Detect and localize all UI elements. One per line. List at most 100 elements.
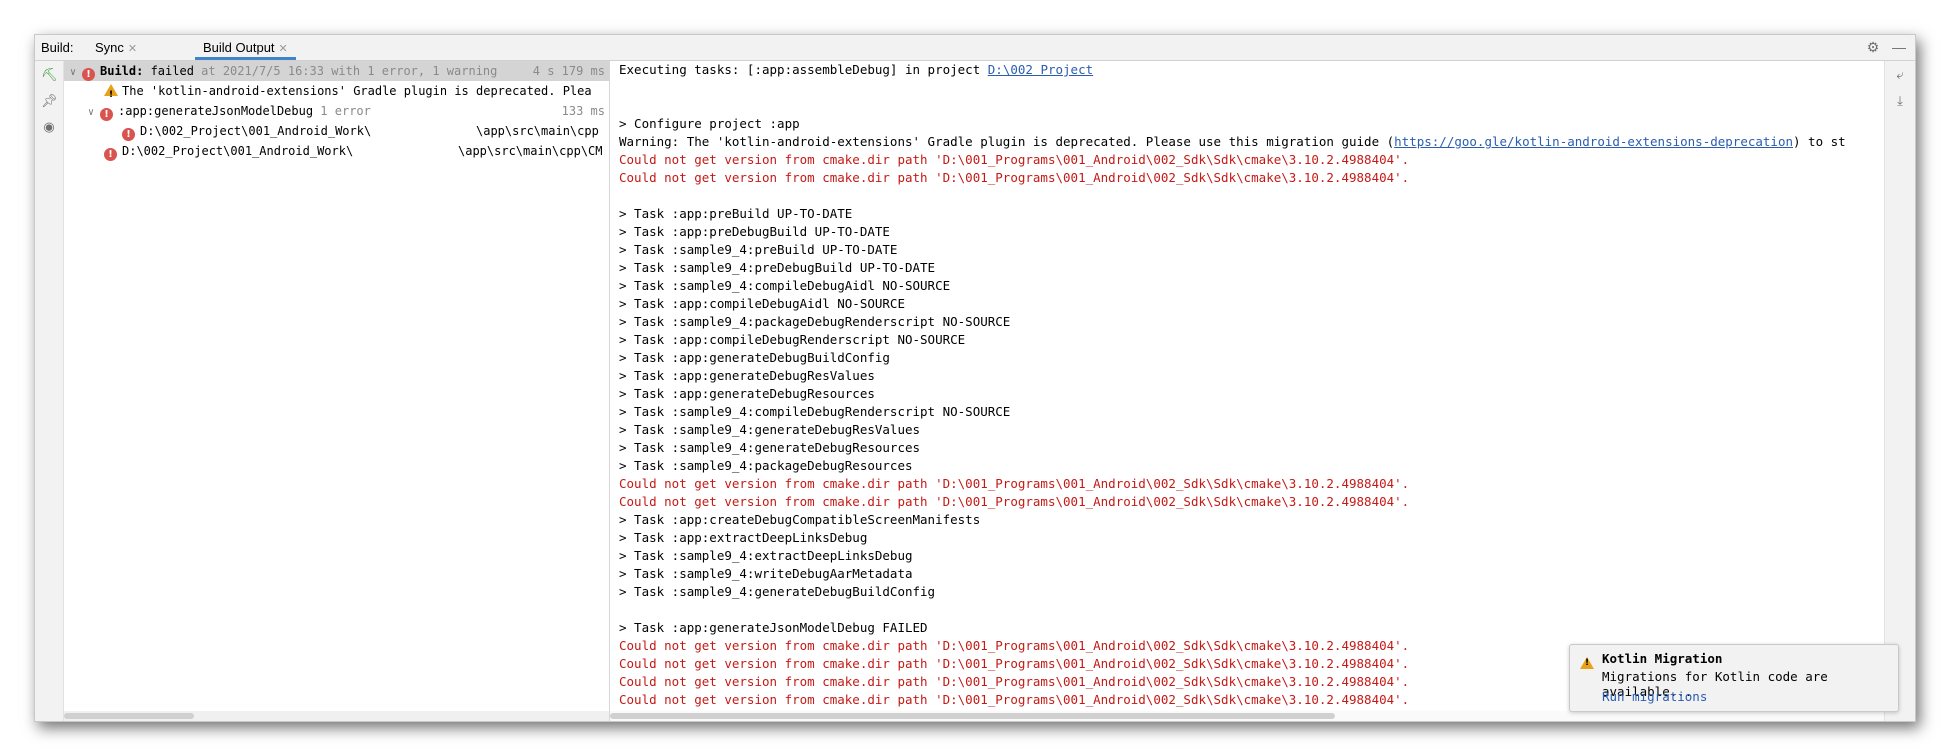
console-line: > Task :sample9_4:generateDebugResValues <box>619 421 1846 439</box>
console-line-text: > Task :app:extractDeepLinksDebug <box>619 530 868 545</box>
error-icon: ! <box>122 128 135 141</box>
console-line: > Task :sample9_4:generateDebugResources <box>619 439 1846 457</box>
console-line-text: > Task :sample9_4:compileDebugRenderscri… <box>619 404 1011 419</box>
console-line: > Task :sample9_4:writeDebugAarMetadata <box>619 565 1846 583</box>
console-line: > Task :app:createDebugCompatibleScreenM… <box>619 511 1846 529</box>
tab-build-output[interactable]: Build Output ✕ <box>195 35 296 60</box>
console-error-line: Could not get version from cmake.dir pat… <box>619 493 1846 511</box>
tab-sync[interactable]: Sync ✕ <box>87 35 145 60</box>
console-line-text: > Task :app:preBuild UP-TO-DATE <box>619 206 853 221</box>
task-name: :app:generateJsonModelDebug <box>118 104 314 118</box>
error-path-tail: \app\src\main\cpp <box>476 124 599 138</box>
tree-row-error-file[interactable]: ! D:\002_Project\001_Android_Work\ \app\s… <box>104 141 609 161</box>
tree-row-task[interactable]: ∨! :app:generateJsonModelDebug 1 error 13… <box>88 101 609 121</box>
settings-gear-icon[interactable]: ⚙ <box>1865 39 1881 55</box>
console-line: > Task :app:generateDebugResValues <box>619 367 1846 385</box>
console-line: > Task :app:extractDeepLinksDebug <box>619 529 1846 547</box>
console-line: > Task :app:generateDebugBuildConfig <box>619 349 1846 367</box>
console-line: > Task :sample9_4:compileDebugRenderscri… <box>619 403 1846 421</box>
console-line: > Configure project :app <box>619 115 1846 133</box>
build-status-label: Build: <box>100 64 144 78</box>
console-error-line: Could not get version from cmake.dir pat… <box>619 475 1846 493</box>
pin-icon[interactable]: 📌︎ <box>41 93 58 109</box>
console-horizontal-scrollbar[interactable] <box>610 711 1906 721</box>
console-line: > Task :sample9_4:preDebugBuild UP-TO-DA… <box>619 259 1846 277</box>
close-icon[interactable]: ✕ <box>128 43 137 55</box>
console-line: Warning: The 'kotlin-android-extensions'… <box>619 133 1846 151</box>
console-line: > Task :sample9_4:generateDebugBuildConf… <box>619 583 1846 601</box>
console-line-text: Could not get version from cmake.dir pat… <box>619 638 1410 653</box>
chevron-down-icon[interactable]: ∨ <box>88 103 100 123</box>
console-line: > Task :sample9_4:compileDebugAidl NO-SO… <box>619 277 1846 295</box>
console-line-text: > Task :app:createDebugCompatibleScreenM… <box>619 512 981 527</box>
console-line-text: ) to st <box>1793 134 1846 149</box>
console-line-text: > Task :app:compileDebugAidl NO-SOURCE <box>619 296 905 311</box>
console-line-text: > Task :app:generateJsonModelDebug FAILE… <box>619 620 928 635</box>
console-line: > Task :app:compileDebugRenderscript NO-… <box>619 331 1846 349</box>
console-line-text: Warning: The 'kotlin-android-extensions'… <box>619 134 1395 149</box>
console-line-text: > Task :app:generateDebugResources <box>619 386 875 401</box>
soft-wrap-icon[interactable]: ⤶ <box>1892 67 1908 83</box>
warning-icon <box>1580 657 1594 669</box>
error-icon: ! <box>100 108 113 121</box>
build-tree: ∨! Build: failed at 2021/7/5 16:33 with 1… <box>64 61 610 721</box>
task-error-count: 1 error <box>313 104 371 118</box>
console-line-text: Could not get version from cmake.dir pat… <box>619 476 1410 491</box>
console-line-text: > Task :sample9_4:preDebugBuild UP-TO-DA… <box>619 260 936 275</box>
console-line-text: > Task :app:compileDebugRenderscript NO-… <box>619 332 966 347</box>
chevron-down-icon[interactable]: ∨ <box>70 63 82 83</box>
console-line: > Task :app:generateDebugResources <box>619 385 1846 403</box>
minimize-icon[interactable]: — <box>1891 39 1907 55</box>
console-line-text: Executing tasks: [:app:assembleDebug] in… <box>619 62 988 77</box>
warning-text: The 'kotlin-android-extensions' Gradle p… <box>122 84 592 98</box>
console-line-text: Could not get version from cmake.dir pat… <box>619 494 1410 509</box>
build-meta: at 2021/7/5 16:33 with 1 error, 1 warnin… <box>193 64 498 78</box>
eye-icon[interactable]: ◉ <box>41 119 57 135</box>
console-line-text: Could not get version from cmake.dir pat… <box>619 674 1410 689</box>
console-line-text: > Configure project :app <box>619 116 800 131</box>
console-line-text: > Task :app:generateDebugResValues <box>619 368 875 383</box>
build-tool-window: Build: Sync ✕ Build Output ✕ ⚙ — ⛏ 📌︎ ◉ ∨!… <box>34 34 1916 722</box>
build-tab-bar: Build: Sync ✕ Build Output ✕ ⚙ — <box>35 35 1915 61</box>
close-icon[interactable]: ✕ <box>279 43 288 55</box>
error-path: D:\002_Project\001_Android_Work\ <box>140 124 372 138</box>
console-line-text: > Task :sample9_4:generateDebugBuildConf… <box>619 584 936 599</box>
build-duration: 4 s 179 ms <box>532 64 605 78</box>
console-line: Executing tasks: [:app:assembleDebug] in… <box>619 61 1846 79</box>
console-line: > Task :app:compileDebugAidl NO-SOURCE <box>619 295 1846 313</box>
console-line-text: > Task :sample9_4:extractDeepLinksDebug <box>619 548 913 563</box>
console-line-text: > Task :sample9_4:compileDebugAidl NO-SO… <box>619 278 951 293</box>
tree-row-build-result[interactable]: ∨! Build: failed at 2021/7/5 16:33 with 1… <box>64 61 609 81</box>
error-icon: ! <box>104 148 117 161</box>
scroll-to-end-icon[interactable]: ⤓ <box>1892 93 1908 109</box>
console-lines: Executing tasks: [:app:assembleDebug] in… <box>619 61 1846 709</box>
tree-row-error-file[interactable]: ! D:\002_Project\001_Android_Work\ \app\s… <box>122 121 609 141</box>
tree-horizontal-scrollbar[interactable] <box>64 711 609 721</box>
console-line: > Task :sample9_4:packageDebugRenderscri… <box>619 313 1846 331</box>
console-line-text: Could not get version from cmake.dir pat… <box>619 152 1410 167</box>
task-duration: 133 ms <box>561 104 605 118</box>
scrollbar-thumb[interactable] <box>64 713 194 719</box>
tree-row-warning[interactable]: The 'kotlin-android-extensions' Gradle p… <box>104 81 592 105</box>
console-link[interactable]: D:\002 Project <box>988 62 1093 77</box>
console-line-text: Could not get version from cmake.dir pat… <box>619 170 1410 185</box>
build-label: Build: <box>41 40 74 55</box>
scrollbar-thumb[interactable] <box>610 713 1335 719</box>
console-line: > Task :sample9_4:extractDeepLinksDebug <box>619 547 1846 565</box>
console-link[interactable]: https://goo.gle/kotlin-android-extension… <box>1394 134 1793 149</box>
console-line-text: > Task :sample9_4:packageDebugResources <box>619 458 913 473</box>
console-line-text: Could not get version from cmake.dir pat… <box>619 656 1410 671</box>
console-line-text: > Task :app:preDebugBuild UP-TO-DATE <box>619 224 890 239</box>
run-migrations-link[interactable]: Run migrations <box>1602 689 1707 704</box>
build-console-output[interactable]: Executing tasks: [:app:assembleDebug] in… <box>610 61 1915 721</box>
console-line-text: > Task :sample9_4:writeDebugAarMetadata <box>619 566 913 581</box>
error-path-tail: \app\src\main\cpp\CM <box>458 144 603 158</box>
left-toolbar: ⛏ 📌︎ ◉ <box>35 61 64 721</box>
tab-label: Sync <box>95 40 124 55</box>
hammer-icon[interactable]: ⛏ <box>41 67 58 83</box>
kotlin-migration-notification: Kotlin Migration Migrations for Kotlin c… <box>1569 644 1899 712</box>
console-error-line: Could not get version from cmake.dir pat… <box>619 169 1846 187</box>
